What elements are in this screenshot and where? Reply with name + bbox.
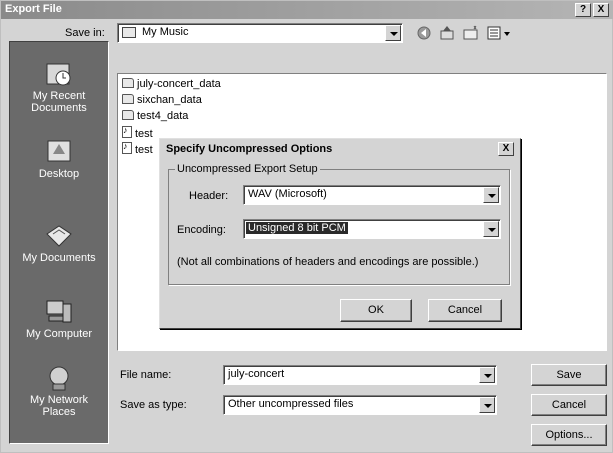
folder-icon <box>122 78 134 88</box>
place-label: Desktop <box>38 168 80 180</box>
my-computer-icon <box>43 298 75 326</box>
new-folder-icon[interactable] <box>463 25 479 41</box>
place-recent-documents[interactable]: My Recent Documents <box>10 60 108 114</box>
list-item[interactable]: test <box>122 141 153 156</box>
encoding-select[interactable]: Unsigned 8 bit PCM <box>243 219 501 239</box>
encoding-value: Unsigned 8 bit PCM <box>246 222 348 234</box>
audio-file-icon <box>122 125 132 138</box>
uncompressed-options-dialog: Specify Uncompressed Options X Uncompres… <box>159 138 521 329</box>
place-my-documents[interactable]: My Documents <box>10 222 108 264</box>
dialog-cancel-button[interactable]: Cancel <box>428 299 502 322</box>
file-name-text: test <box>135 128 153 140</box>
place-desktop[interactable]: Desktop <box>10 138 108 180</box>
save-in-value: My Music <box>142 26 189 38</box>
file-name-text: sixchan_data <box>137 94 202 106</box>
chevron-down-icon[interactable] <box>479 367 495 383</box>
list-item[interactable]: july-concert_data <box>122 78 221 92</box>
save-as-type-select[interactable]: Other uncompressed files <box>223 395 497 415</box>
save-in-combo[interactable]: My Music <box>117 23 403 43</box>
dialog-title: Specify Uncompressed Options <box>166 143 333 155</box>
chevron-down-icon[interactable] <box>483 187 499 203</box>
network-places-icon <box>43 364 75 392</box>
recent-documents-icon <box>43 60 75 88</box>
compatibility-note: (Not all combinations of headers and enc… <box>177 256 479 268</box>
back-icon[interactable] <box>417 26 431 40</box>
group-title: Uncompressed Export Setup <box>175 163 320 175</box>
options-button[interactable]: Options... <box>531 424 607 446</box>
place-my-computer[interactable]: My Computer <box>10 298 108 340</box>
file-name-label: File name: <box>120 369 172 381</box>
place-label: My Recent Documents <box>31 90 87 114</box>
desktop-icon <box>43 138 75 166</box>
chevron-down-icon[interactable] <box>479 397 495 413</box>
encoding-label: Encoding: <box>177 224 226 236</box>
place-label: My Computer <box>25 328 93 340</box>
folder-icon <box>122 110 134 120</box>
help-button[interactable]: ? <box>575 3 591 17</box>
ok-button[interactable]: OK <box>340 299 412 322</box>
header-select[interactable]: WAV (Microsoft) <box>243 185 501 205</box>
up-folder-icon[interactable] <box>439 25 455 41</box>
place-label: My Network Places <box>29 394 89 418</box>
view-menu-icon[interactable] <box>487 25 511 41</box>
my-documents-icon <box>43 222 75 250</box>
file-name-text: test <box>135 144 153 156</box>
list-item[interactable]: test4_data <box>122 110 188 124</box>
dialog-title-bar: Specify Uncompressed Options X <box>162 141 518 159</box>
save-as-type-value: Other uncompressed files <box>228 398 354 410</box>
save-in-label: Save in: <box>65 27 105 39</box>
place-network[interactable]: My Network Places <box>10 364 108 418</box>
close-button[interactable]: X <box>593 3 609 17</box>
window-title: Export File <box>5 3 62 15</box>
save-button[interactable]: Save <box>531 364 607 386</box>
header-label: Header: <box>189 190 229 202</box>
list-item[interactable]: sixchan_data <box>122 94 202 108</box>
header-value: WAV (Microsoft) <box>248 188 327 200</box>
place-label: My Documents <box>22 252 96 264</box>
folder-icon <box>122 94 134 104</box>
export-setup-group: Uncompressed Export Setup Header: WAV (M… <box>168 163 510 285</box>
list-item[interactable]: test <box>122 125 153 140</box>
export-file-window: Export File ? X Save in: My Music My Rec… <box>0 0 613 453</box>
save-as-type-label: Save as type: <box>120 399 187 411</box>
audio-file-icon <box>122 141 132 154</box>
dialog-close-button[interactable]: X <box>498 142 514 156</box>
file-name-text: test4_data <box>137 110 189 122</box>
folder-icon <box>122 27 136 38</box>
cancel-button[interactable]: Cancel <box>531 394 607 416</box>
file-name-value: july-concert <box>228 368 285 380</box>
title-bar: Export File ? X <box>1 1 613 19</box>
chevron-down-icon[interactable] <box>483 221 499 237</box>
file-name-field[interactable]: july-concert <box>223 365 497 385</box>
chevron-down-icon[interactable] <box>385 25 401 41</box>
file-name-text: july-concert_data <box>137 78 221 90</box>
places-bar: My Recent Documents Desktop My Documents… <box>9 41 109 444</box>
